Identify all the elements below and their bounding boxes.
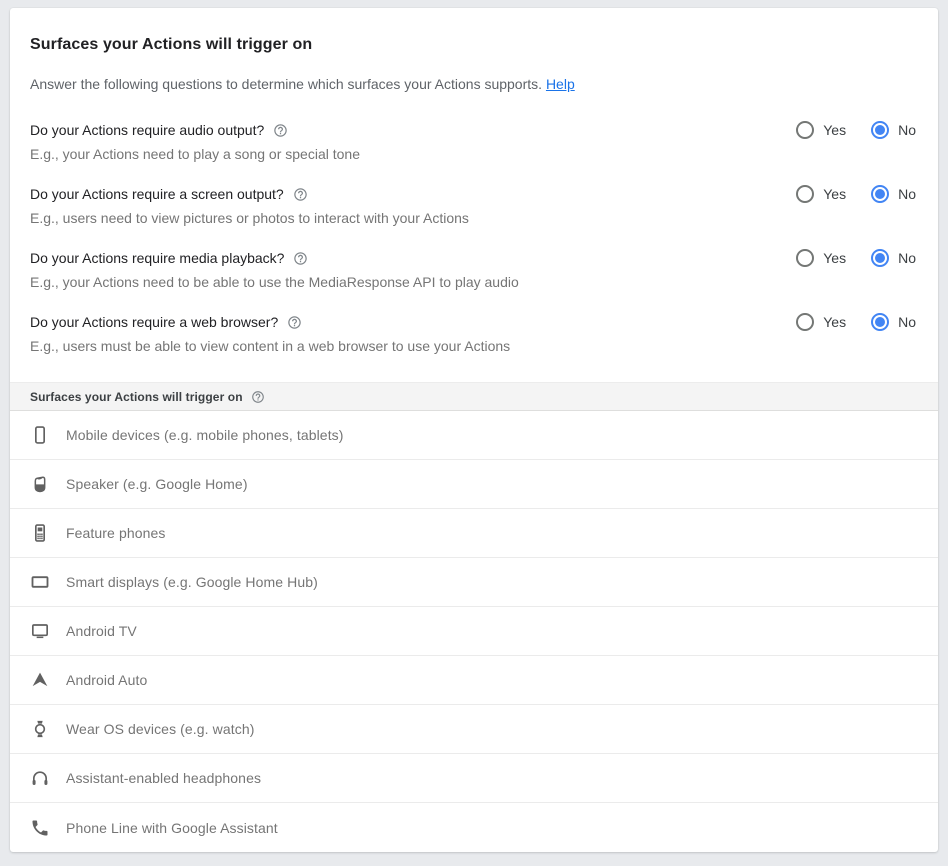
radio-no[interactable]	[871, 313, 889, 331]
surfaces-header-title: Surfaces your Actions will trigger on	[30, 390, 243, 404]
questions-section: Do your Actions require audio output? E.…	[10, 120, 938, 356]
radio-yes[interactable]	[796, 313, 814, 331]
surface-row: Smart displays (e.g. Google Home Hub)	[10, 558, 938, 607]
radio-no-label[interactable]: No	[898, 314, 916, 330]
surface-label: Android Auto	[66, 672, 147, 688]
question-row: Do your Actions require media playback? …	[10, 248, 938, 292]
surface-row: Android TV	[10, 607, 938, 656]
wear-os-icon	[30, 719, 50, 739]
help-link[interactable]: Help	[546, 76, 575, 92]
headphones-icon	[30, 768, 50, 788]
surface-row: Feature phones	[10, 509, 938, 558]
question-hint: E.g., users need to view pictures or pho…	[30, 209, 469, 228]
radio-no-label[interactable]: No	[898, 122, 916, 138]
radio-yes-label[interactable]: Yes	[823, 122, 846, 138]
android-tv-icon	[30, 621, 50, 641]
radio-no[interactable]	[871, 121, 889, 139]
help-icon[interactable]	[293, 251, 308, 266]
radio-group: Yes No	[796, 312, 916, 332]
surface-label: Mobile devices (e.g. mobile phones, tabl…	[66, 427, 344, 443]
surface-row: Phone Line with Google Assistant	[10, 803, 938, 852]
surface-row: Assistant-enabled headphones	[10, 754, 938, 803]
help-icon[interactable]	[287, 315, 302, 330]
question-hint: E.g., users must be able to view content…	[30, 337, 510, 356]
intro-sentence: Answer the following questions to determ…	[30, 76, 542, 92]
question-row: Do your Actions require a web browser? E…	[10, 312, 938, 356]
radio-yes-label[interactable]: Yes	[823, 186, 846, 202]
surface-label: Phone Line with Google Assistant	[66, 820, 278, 836]
surface-label: Feature phones	[66, 525, 165, 541]
speaker-icon	[30, 474, 50, 494]
surfaces-header-bar: Surfaces your Actions will trigger on	[10, 382, 938, 411]
feature-phone-icon	[30, 523, 50, 543]
radio-yes[interactable]	[796, 121, 814, 139]
android-auto-icon	[30, 670, 50, 690]
radio-group: Yes No	[796, 184, 916, 204]
card-header: Surfaces your Actions will trigger on An…	[10, 8, 938, 94]
question-title: Do your Actions require a screen output?	[30, 184, 284, 204]
radio-yes[interactable]	[796, 185, 814, 203]
radio-yes-label[interactable]: Yes	[823, 250, 846, 266]
surface-row: Wear OS devices (e.g. watch)	[10, 705, 938, 754]
surface-row: Speaker (e.g. Google Home)	[10, 460, 938, 509]
surface-list: Mobile devices (e.g. mobile phones, tabl…	[10, 411, 938, 852]
phone-line-icon	[30, 818, 50, 838]
question-text-block: Do your Actions require media playback? …	[30, 248, 519, 292]
smart-display-icon	[30, 572, 50, 592]
surface-label: Android TV	[66, 623, 137, 639]
question-row: Do your Actions require audio output? E.…	[10, 120, 938, 164]
question-text-block: Do your Actions require a web browser? E…	[30, 312, 510, 356]
question-title: Do your Actions require audio output?	[30, 120, 264, 140]
question-text-block: Do your Actions require audio output? E.…	[30, 120, 360, 164]
question-title: Do your Actions require media playback?	[30, 248, 284, 268]
radio-no[interactable]	[871, 249, 889, 267]
surface-row: Mobile devices (e.g. mobile phones, tabl…	[10, 411, 938, 460]
radio-yes[interactable]	[796, 249, 814, 267]
surface-row: Android Auto	[10, 656, 938, 705]
help-icon[interactable]	[293, 187, 308, 202]
question-hint: E.g., your Actions need to play a song o…	[30, 145, 360, 164]
surface-label: Speaker (e.g. Google Home)	[66, 476, 248, 492]
radio-group: Yes No	[796, 120, 916, 140]
page-title: Surfaces your Actions will trigger on	[30, 36, 918, 54]
radio-no-label[interactable]: No	[898, 186, 916, 202]
intro-text: Answer the following questions to determ…	[30, 74, 918, 94]
smartphone-icon	[30, 425, 50, 445]
question-title: Do your Actions require a web browser?	[30, 312, 278, 332]
help-icon[interactable]	[273, 123, 288, 138]
question-text-block: Do your Actions require a screen output?…	[30, 184, 469, 228]
radio-group: Yes No	[796, 248, 916, 268]
surface-label: Wear OS devices (e.g. watch)	[66, 721, 255, 737]
surface-label: Assistant-enabled headphones	[66, 770, 261, 786]
surface-label: Smart displays (e.g. Google Home Hub)	[66, 574, 318, 590]
radio-no-label[interactable]: No	[898, 250, 916, 266]
question-row: Do your Actions require a screen output?…	[10, 184, 938, 228]
question-hint: E.g., your Actions need to be able to us…	[30, 273, 519, 292]
radio-yes-label[interactable]: Yes	[823, 314, 846, 330]
radio-no[interactable]	[871, 185, 889, 203]
help-icon[interactable]	[251, 390, 265, 404]
surfaces-settings-card: Surfaces your Actions will trigger on An…	[10, 8, 938, 852]
